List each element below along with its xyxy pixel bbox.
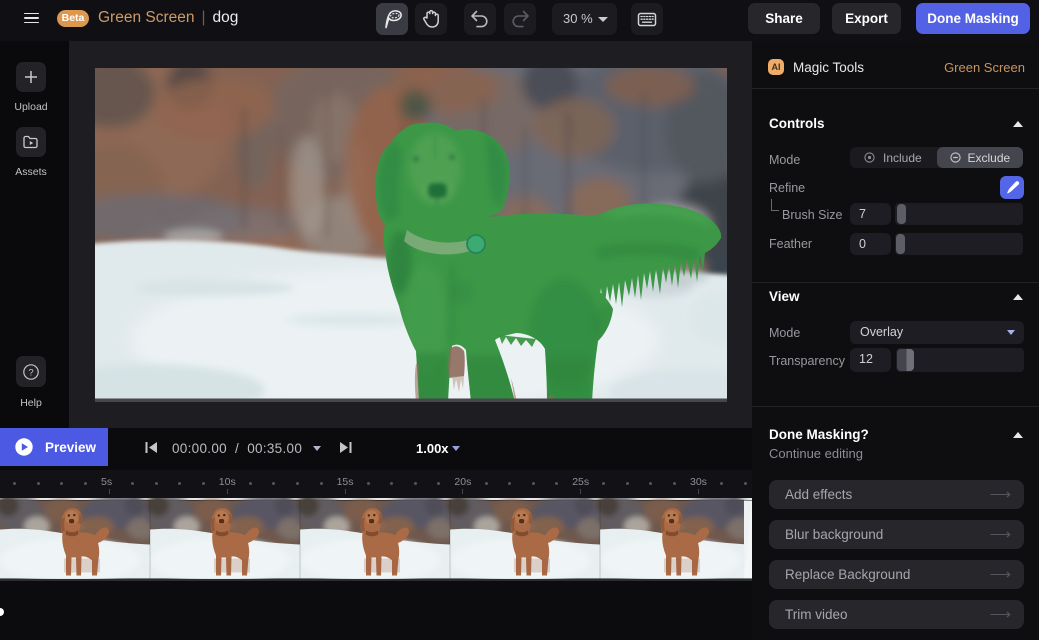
svg-text:?: ? [28, 367, 33, 378]
